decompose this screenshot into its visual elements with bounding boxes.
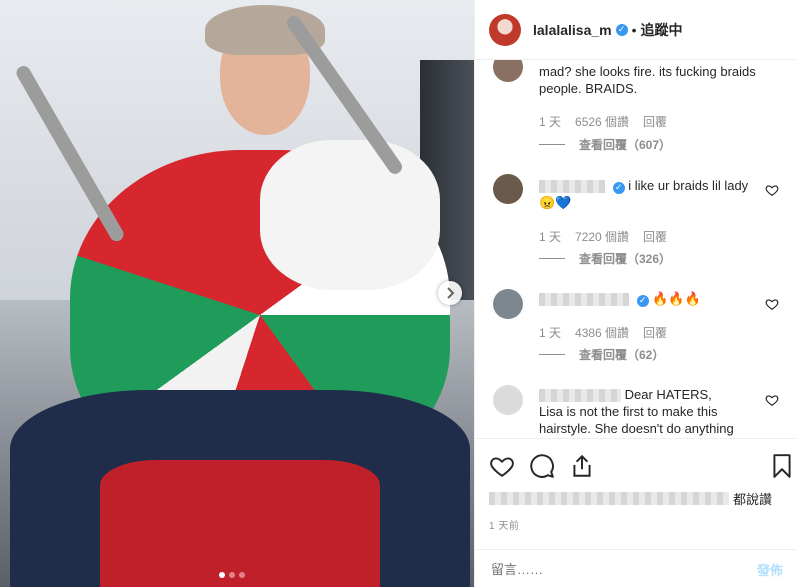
view-replies-button[interactable]: 查看回覆（62）	[539, 346, 664, 363]
profile-avatar[interactable]	[489, 13, 521, 46]
like-comment-heart-icon[interactable]	[765, 297, 779, 311]
liked-by-blurred	[489, 492, 729, 505]
view-replies-button[interactable]: 查看回覆（607）	[539, 136, 671, 153]
post-photo[interactable]	[0, 0, 474, 587]
comment-text: i like ur braids lil lady	[628, 178, 749, 193]
carousel-dots	[219, 572, 245, 578]
view-replies-label: 查看回覆（326）	[579, 252, 672, 266]
comment-reply-button[interactable]: 回覆	[643, 113, 667, 130]
next-photo-button[interactable]	[438, 281, 462, 305]
comment-emoji: 😠💙	[539, 195, 572, 210]
commenter-avatar[interactable]	[493, 385, 523, 415]
comment-meta: 1 天 7220 個讚 回覆	[539, 228, 667, 245]
replies-divider	[539, 354, 565, 355]
verified-badge-icon: ✓	[612, 181, 625, 194]
view-replies-button[interactable]: 查看回覆（326）	[539, 250, 671, 267]
carousel-dot	[229, 572, 235, 578]
photo-subject-seat	[100, 460, 380, 587]
comment-meta: 1 天 6526 個讚 回覆	[539, 113, 667, 130]
post-time[interactable]: 1 天前	[489, 517, 519, 532]
comment-reply-button[interactable]: 回覆	[643, 324, 667, 341]
bookmark-icon[interactable]	[769, 453, 795, 479]
comment-time: 1 天	[539, 115, 562, 129]
comment-text: Lisa is not the first to make this hairs…	[539, 404, 734, 436]
comment-time: 1 天	[539, 230, 562, 244]
comment-text-lead: Dear HATERS,	[624, 387, 712, 402]
commenter-username-blurred[interactable]	[539, 180, 605, 194]
chevron-right-icon	[447, 287, 455, 299]
replies-divider	[539, 258, 565, 259]
following-button[interactable]: 追蹤中	[641, 20, 683, 40]
comment-bubble-icon[interactable]	[529, 453, 555, 479]
comment-meta: 1 天 4386 個讚 回覆	[539, 324, 667, 341]
like-heart-icon[interactable]	[489, 453, 515, 479]
commenter-username-blurred[interactable]	[539, 389, 621, 403]
view-replies-label: 查看回覆（62）	[579, 348, 665, 362]
comment-likes[interactable]: 6526 個讚	[575, 113, 629, 130]
post-header: lalalalisa_m ✓ • 追蹤中	[475, 0, 796, 60]
commenter-avatar[interactable]	[493, 174, 523, 204]
comment-text: mad? she looks fire. its fucking braids …	[539, 64, 756, 96]
verified-badge-icon: ✓	[636, 294, 649, 307]
carousel-dot	[239, 572, 245, 578]
commenter-avatar[interactable]	[493, 289, 523, 319]
comment-body: ✓ i like ur braids lil lady 😠💙	[539, 177, 769, 211]
view-replies-label: 查看回覆（607）	[579, 138, 672, 152]
post-actions: 都說讚 1 天前 發佈	[475, 438, 796, 587]
carousel-dot-active	[219, 572, 225, 578]
add-comment-bar: 發佈	[475, 549, 796, 588]
comment-body: ✓ 🔥🔥🔥	[539, 290, 769, 307]
comment-likes[interactable]: 7220 個讚	[575, 228, 629, 245]
commenter-avatar[interactable]	[493, 60, 523, 82]
likes-summary[interactable]: 都說讚	[489, 489, 772, 508]
header-separator: •	[631, 21, 637, 38]
like-comment-heart-icon[interactable]	[765, 393, 779, 407]
photo-subject-top	[260, 140, 440, 290]
comment-body: Dear HATERS, Lisa is not the first to ma…	[539, 386, 769, 437]
post-sidebar: lalalalisa_m ✓ • 追蹤中 mad? she looks fire…	[474, 0, 796, 587]
likes-suffix: 都說讚	[733, 492, 773, 507]
comment-likes[interactable]: 4386 個讚	[575, 324, 629, 341]
post-comment-button[interactable]: 發佈	[757, 560, 783, 579]
comment-list[interactable]: mad? she looks fire. its fucking braids …	[475, 60, 796, 438]
header-username[interactable]: lalalalisa_m	[533, 22, 612, 38]
commenter-username-blurred[interactable]	[539, 293, 629, 307]
replies-divider	[539, 144, 565, 145]
share-icon[interactable]	[569, 453, 595, 479]
comment-time: 1 天	[539, 326, 562, 340]
comment-input[interactable]	[489, 560, 757, 578]
verified-badge-icon: ✓	[615, 23, 628, 36]
comment-reply-button[interactable]: 回覆	[643, 228, 667, 245]
comment-emoji: 🔥🔥🔥	[652, 291, 701, 306]
like-comment-heart-icon[interactable]	[765, 183, 779, 197]
